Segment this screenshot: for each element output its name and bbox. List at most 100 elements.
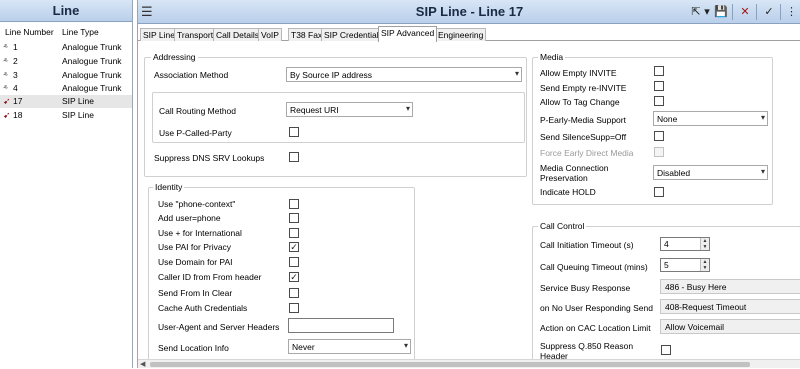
tab-strip: SIP Line Transport Call Details VoIP T38…: [138, 26, 800, 42]
dropdown-arrow-icon[interactable]: ▾: [703, 5, 711, 19]
tab-voip[interactable]: VoIP: [258, 28, 282, 41]
line-number: 3: [13, 70, 18, 80]
line-number: 1: [13, 42, 18, 52]
use-plus-international-label: Use + for International: [158, 228, 242, 238]
association-method-dropdown[interactable]: By Source IP address ▾: [286, 67, 522, 82]
column-header-line-type[interactable]: Line Type: [62, 27, 99, 37]
allow-empty-invite-label: Allow Empty INVITE: [540, 68, 617, 78]
p-early-media-support-value: None: [657, 114, 678, 124]
line-row-4[interactable]: ⸛ 4 Analogue Trunk: [0, 82, 132, 95]
suppress-q850-checkbox[interactable]: [661, 345, 671, 355]
tab-call-details[interactable]: Call Details: [213, 28, 262, 41]
call-queuing-timeout-value: 5: [664, 260, 669, 270]
send-silencesupp-off-label: Send SilenceSupp=Off: [540, 132, 627, 142]
no-user-responding-label: on No User Responding Send: [540, 303, 653, 313]
identity-group-title: Identity: [153, 182, 185, 192]
no-user-responding-value: 408-Request Timeout: [665, 302, 747, 312]
allow-empty-invite-checkbox[interactable]: [654, 66, 664, 76]
scrollbar-thumb[interactable]: [150, 362, 750, 367]
use-phone-context-checkbox[interactable]: [289, 199, 299, 209]
tab-transport[interactable]: Transport: [174, 28, 217, 41]
media-group-title: Media: [538, 52, 566, 62]
call-queuing-timeout-stepper[interactable]: 5 ▲ ▼: [660, 258, 710, 272]
line-pane-title: Line: [0, 0, 132, 22]
no-user-responding-field[interactable]: 408-Request Timeout: [660, 299, 800, 314]
use-p-called-party-label: Use P-Called-Party: [159, 128, 232, 138]
use-phone-context-label: Use "phone-context": [158, 199, 236, 209]
line-type: Analogue Trunk: [62, 83, 122, 93]
line-number: 18: [13, 110, 23, 120]
horizontal-scrollbar[interactable]: ◀: [138, 359, 800, 368]
addressing-group-title: Addressing: [151, 52, 198, 62]
send-empty-reinvite-label: Send Empty re-INVITE: [540, 83, 627, 93]
sip-line-editor: ☰ SIP Line - Line 17 ⇱ ▾ 💾 ✕ ✓ ⋮ SIP Lin…: [137, 0, 800, 368]
suppress-dns-srv-checkbox[interactable]: [289, 152, 299, 162]
call-initiation-timeout-value: 4: [664, 239, 669, 249]
use-p-called-party-checkbox[interactable]: [289, 127, 299, 137]
sip-line-icon: ➹: [3, 96, 11, 106]
user-agent-headers-input[interactable]: [288, 318, 394, 333]
use-domain-pai-checkbox[interactable]: [289, 257, 299, 267]
call-control-group-title: Call Control: [538, 221, 587, 231]
line-row-17[interactable]: ➹ 17 SIP Line: [0, 95, 132, 108]
analogue-trunk-icon: ⸛: [3, 70, 9, 80]
send-silencesupp-off-checkbox[interactable]: [654, 131, 664, 141]
indicate-hold-label: Indicate HOLD: [540, 187, 596, 197]
service-busy-response-field[interactable]: 486 - Busy Here: [660, 279, 800, 294]
p-early-media-support-dropdown[interactable]: None ▾: [653, 111, 768, 126]
media-connection-preservation-dropdown[interactable]: Disabled ▾: [653, 165, 768, 180]
association-method-value: By Source IP address: [290, 70, 373, 80]
send-empty-reinvite-checkbox[interactable]: [654, 81, 664, 91]
save-icon[interactable]: 💾: [714, 5, 728, 19]
ok-icon[interactable]: ✓: [762, 5, 776, 19]
caller-id-from-header-checkbox[interactable]: ✓: [289, 272, 299, 282]
send-location-info-dropdown[interactable]: Never ▾: [288, 339, 411, 354]
spin-down-icon[interactable]: ▼: [700, 244, 709, 250]
line-list-pane: Line Line Number Line Type ⸛ 1 Analogue …: [0, 0, 133, 368]
tab-sip-credentials[interactable]: SIP Credentials: [321, 28, 386, 41]
action-cac-limit-field[interactable]: Allow Voicemail: [660, 319, 800, 334]
line-row-18[interactable]: ➹ 18 SIP Line: [0, 109, 132, 122]
send-location-info-label: Send Location Info: [158, 343, 229, 353]
column-header-line-number[interactable]: Line Number: [5, 27, 54, 37]
line-row-3[interactable]: ⸛ 3 Analogue Trunk: [0, 69, 132, 82]
call-routing-method-label: Call Routing Method: [159, 106, 237, 116]
line-row-2[interactable]: ⸛ 2 Analogue Trunk: [0, 55, 132, 68]
line-number: 4: [13, 83, 18, 93]
add-user-phone-checkbox[interactable]: [289, 213, 299, 223]
action-cac-limit-label: Action on CAC Location Limit: [540, 323, 651, 333]
allow-to-tag-change-checkbox[interactable]: [654, 96, 664, 106]
line-type: Analogue Trunk: [62, 56, 122, 66]
editor-title-bar: ☰ SIP Line - Line 17 ⇱ ▾ 💾 ✕ ✓ ⋮: [138, 0, 800, 24]
indicate-hold-checkbox[interactable]: [654, 187, 664, 197]
tab-sip-line[interactable]: SIP Line: [140, 28, 178, 41]
spin-down-icon[interactable]: ▼: [700, 265, 709, 271]
sip-line-icon: ➹: [3, 110, 11, 120]
chevron-down-icon: ▾: [514, 69, 519, 78]
cache-auth-credentials-label: Cache Auth Credentials: [158, 303, 248, 313]
p-early-media-support-label: P-Early-Media Support: [540, 115, 626, 125]
line-row-1[interactable]: ⸛ 1 Analogue Trunk: [0, 41, 132, 54]
suppress-q850-label: Suppress Q.850 Reason: [540, 341, 634, 351]
tab-sip-advanced[interactable]: SIP Advanced: [378, 26, 438, 42]
service-busy-response-value: 486 - Busy Here: [665, 282, 727, 292]
add-user-phone-label: Add user=phone: [158, 213, 221, 223]
tab-engineering[interactable]: Engineering: [435, 28, 487, 41]
delete-icon[interactable]: ✕: [738, 5, 752, 19]
chevron-down-icon: ▾: [760, 167, 765, 176]
chevron-down-icon: ▾: [405, 104, 410, 113]
use-plus-international-checkbox[interactable]: [289, 228, 299, 238]
export-icon[interactable]: ⇱: [689, 5, 703, 19]
use-pai-privacy-checkbox[interactable]: ✓: [289, 242, 299, 252]
line-number: 17: [13, 96, 23, 106]
call-initiation-timeout-stepper[interactable]: 4 ▲ ▼: [660, 237, 710, 251]
association-method-label: Association Method: [154, 70, 229, 80]
call-routing-method-dropdown[interactable]: Request URI ▾: [286, 102, 413, 117]
help-icon[interactable]: ⋮: [786, 5, 797, 19]
chevron-down-icon: ▾: [760, 113, 765, 122]
tab-t38-fax[interactable]: T38 Fax: [288, 28, 326, 41]
send-from-in-clear-checkbox[interactable]: [289, 288, 299, 298]
cache-auth-credentials-checkbox[interactable]: [289, 303, 299, 313]
line-type: SIP Line: [62, 110, 94, 120]
line-type: Analogue Trunk: [62, 70, 122, 80]
